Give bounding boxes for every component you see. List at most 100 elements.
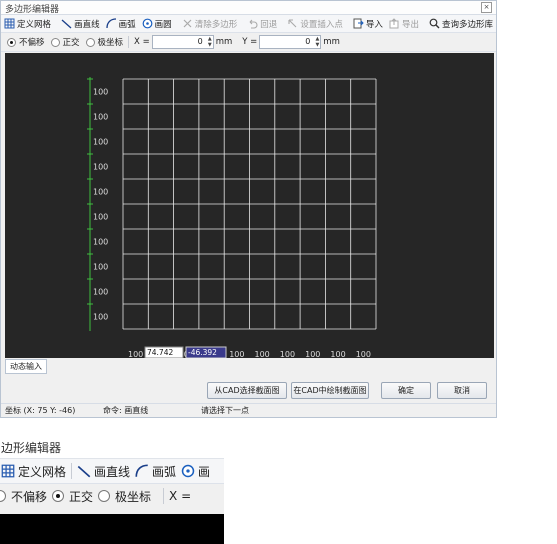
polar-label: 极坐标 bbox=[97, 38, 124, 48]
select-from-cad-button[interactable]: 从CAD选择截面图 bbox=[207, 382, 287, 399]
y-spinner[interactable]: ▲ ▼ bbox=[315, 36, 319, 48]
search-icon bbox=[429, 18, 440, 29]
query-library-button[interactable]: 查询多边形库 bbox=[426, 16, 496, 31]
dynamic-input-button[interactable]: 动态输入 bbox=[5, 359, 47, 374]
line-icon bbox=[61, 19, 72, 29]
draw-line-label: 画直线 bbox=[74, 19, 100, 30]
zoom-polar-label: 极坐标 bbox=[115, 489, 152, 504]
zoom-divider bbox=[71, 463, 73, 479]
zoom-toolbar: 定义网格 画直线 画弧 画 bbox=[0, 459, 224, 484]
query-library-label: 查询多边形库 bbox=[442, 19, 494, 30]
col-dimension-label: 100 bbox=[305, 350, 320, 358]
undo-button[interactable]: 回退 bbox=[244, 16, 280, 31]
option-bar: 不偏移 正交 极坐标 X = 0 ▲ ▼ mm Y = 0 ▲ ▼ mm bbox=[1, 33, 496, 52]
toolbar: 定义网格 画直线 画弧 画圆 清除多边形 回退 设置插入点 导入 导出 查询多边… bbox=[1, 15, 496, 33]
option-divider bbox=[128, 36, 130, 48]
draw-in-cad-button[interactable]: 在CAD中绘制截面图 bbox=[291, 382, 369, 399]
clear-icon bbox=[183, 19, 192, 28]
cancel-button[interactable]: 取消 bbox=[437, 382, 487, 399]
row-dimension-label: 100 bbox=[93, 313, 108, 322]
ok-button[interactable]: 确定 bbox=[381, 382, 431, 399]
close-button[interactable]: × bbox=[481, 2, 492, 13]
zoom-option-divider bbox=[163, 488, 165, 504]
zoom-orthogonal-label: 正交 bbox=[69, 489, 94, 504]
zoom-no-offset-label: 不偏移 bbox=[11, 489, 48, 504]
draw-circle-label: 画圆 bbox=[154, 19, 172, 30]
zoom-no-offset-radio[interactable] bbox=[0, 490, 6, 502]
status-command: 命令: 画直线 bbox=[103, 406, 149, 415]
insert-point-icon bbox=[288, 19, 297, 28]
x-input[interactable]: 0 ▲ ▼ bbox=[151, 35, 214, 49]
zoom-draw-arc-label[interactable]: 画弧 bbox=[152, 463, 176, 480]
zoomed-detail: 边形编辑器 定义网格 画直线 画弧 画 不偏移 正交 极坐标 X = bbox=[0, 438, 224, 544]
col-dimension-label: 100 bbox=[128, 350, 143, 358]
col-dimension-label: 100 bbox=[330, 350, 345, 358]
draw-arc-button[interactable]: 画弧 bbox=[103, 16, 139, 31]
polar-radio[interactable] bbox=[85, 37, 95, 47]
circle-icon bbox=[142, 18, 153, 29]
x-label: X = bbox=[134, 37, 150, 47]
col-dimension-label: 100 bbox=[280, 350, 295, 358]
x-spinner[interactable]: ▲ ▼ bbox=[208, 36, 212, 48]
set-insert-point-button[interactable]: 设置插入点 bbox=[284, 16, 346, 31]
row-dimension-label: 100 bbox=[93, 238, 108, 247]
polygon-editor-window: 多边形编辑器 × 定义网格 画直线 画弧 画圆 清除多边形 回退 设置插入点 导… bbox=[0, 0, 497, 418]
col-dimension-label: 100 bbox=[255, 350, 270, 358]
define-grid-label: 定义网格 bbox=[17, 19, 52, 30]
y-value: 0 bbox=[305, 37, 311, 46]
zoom-x-label: X = bbox=[169, 489, 192, 503]
line-icon bbox=[77, 465, 91, 478]
draw-circle-button[interactable]: 画圆 bbox=[139, 16, 175, 31]
define-grid-button[interactable]: 定义网格 bbox=[1, 16, 54, 31]
import-icon bbox=[353, 18, 364, 29]
export-icon bbox=[389, 18, 399, 29]
x-unit: mm bbox=[215, 37, 233, 47]
x-value: 0 bbox=[197, 37, 203, 46]
dynamic-input-value-b: -46.392 bbox=[188, 348, 217, 357]
drawing-canvas[interactable]: 100 100 100 100 100 100 100 100 100 100 100 100 100 1… bbox=[5, 53, 494, 359]
set-insert-point-label: 设置插入点 bbox=[300, 19, 343, 30]
zoom-draw-line-label[interactable]: 画直线 bbox=[94, 463, 130, 480]
row-dimension-label: 100 bbox=[93, 163, 108, 172]
y-label: Y = bbox=[242, 37, 258, 47]
no-offset-radio[interactable] bbox=[7, 37, 16, 47]
row-dimension-label: 100 bbox=[93, 113, 108, 122]
zoom-polar-radio[interactable] bbox=[98, 490, 111, 502]
col-dimension-label: 100 bbox=[229, 350, 244, 358]
row-dimension-label: 100 bbox=[93, 88, 108, 97]
row-dimension-label: 100 bbox=[93, 188, 108, 197]
zoom-orthogonal-radio[interactable] bbox=[52, 490, 65, 502]
export-label: 导出 bbox=[401, 19, 419, 30]
y-unit: mm bbox=[323, 37, 340, 47]
y-input[interactable]: 0 ▲ ▼ bbox=[259, 35, 322, 49]
grid-drawing: 100 100 100 100 100 100 100 100 100 100 100 100 100 1… bbox=[87, 77, 377, 359]
clear-polygon-button[interactable]: 清除多边形 bbox=[179, 16, 241, 31]
export-button[interactable]: 导出 bbox=[386, 16, 422, 31]
zoom-define-grid-label[interactable]: 定义网格 bbox=[18, 463, 66, 480]
zoom-draw-circle-label[interactable]: 画 bbox=[198, 463, 210, 480]
zoom-canvas bbox=[0, 514, 224, 544]
zoom-option-bar: 不偏移 正交 极坐标 X = bbox=[0, 484, 224, 508]
clear-polygon-label: 清除多边形 bbox=[194, 19, 238, 30]
row-dimension-label: 100 bbox=[93, 288, 108, 297]
circle-icon bbox=[181, 464, 195, 478]
no-offset-label: 不偏移 bbox=[19, 38, 45, 48]
import-label: 导入 bbox=[365, 19, 383, 30]
title-bar: 多边形编辑器 × bbox=[1, 1, 496, 15]
col-dimension-label: 100 bbox=[356, 350, 371, 358]
row-dimension-label: 100 bbox=[93, 138, 108, 147]
orthogonal-radio[interactable] bbox=[50, 37, 60, 47]
status-prompt: 请选择下一点 bbox=[201, 406, 249, 415]
draw-line-button[interactable]: 画直线 bbox=[58, 16, 103, 31]
undo-label: 回退 bbox=[260, 19, 278, 30]
orthogonal-label: 正交 bbox=[62, 38, 80, 48]
grid-icon bbox=[4, 18, 15, 29]
import-button[interactable]: 导入 bbox=[350, 16, 386, 31]
draw-arc-label: 画弧 bbox=[118, 19, 136, 30]
dynamic-input-value-a: 74.742 bbox=[147, 348, 173, 357]
grid-icon bbox=[1, 464, 15, 478]
row-dimension-label: 100 bbox=[93, 213, 108, 222]
status-bar: 坐标 (X: 75 Y: -46) 命令: 画直线 请选择下一点 bbox=[1, 403, 496, 418]
row-dimension-label: 100 bbox=[93, 263, 108, 272]
status-coord: 坐标 (X: 75 Y: -46) bbox=[5, 406, 76, 415]
